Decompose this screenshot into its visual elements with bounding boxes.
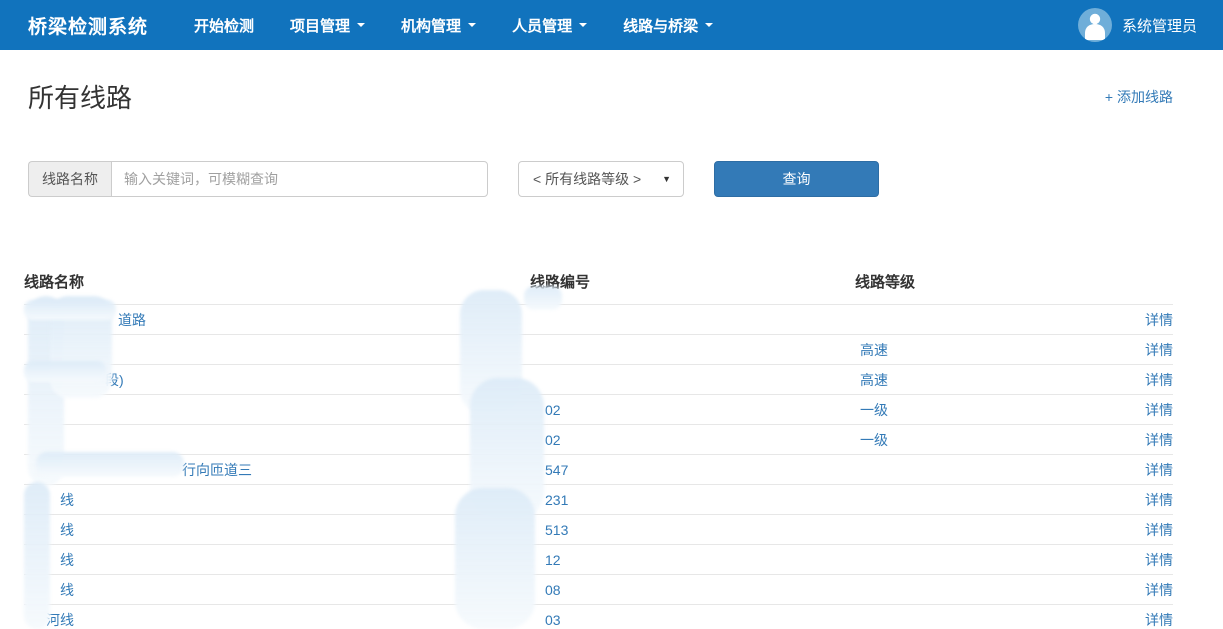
user-name-label: 系统管理员 [1122, 15, 1197, 36]
line-name-link[interactable]: 线 [24, 492, 74, 508]
line-name-label: 线路名称 [28, 161, 111, 197]
line-number-link[interactable] [530, 312, 545, 328]
nav-item-0[interactable]: 开始检测 [176, 0, 272, 50]
caret-down-icon [468, 23, 476, 27]
lines-table: 线路名称 线路编号 线路等级 道路 详情 高速 详情 段) 高速 详情 02 一… [24, 261, 1173, 629]
detail-link[interactable]: 详情 [1145, 432, 1173, 448]
detail-link[interactable]: 详情 [1145, 402, 1173, 418]
search-form: 线路名称 < 所有线路等级 > ▼ 查询 [24, 161, 1173, 197]
line-name-link[interactable]: 线 [24, 552, 74, 568]
line-level-link[interactable] [855, 612, 860, 628]
line-name-link[interactable]: 段) [24, 372, 124, 388]
line-number-link[interactable]: 03 [530, 612, 561, 628]
line-name-link[interactable]: 行向匝道三 [24, 462, 252, 478]
detail-link[interactable]: 详情 [1145, 582, 1173, 598]
line-number-link[interactable]: 02 [530, 402, 561, 418]
detail-link[interactable]: 详情 [1145, 312, 1173, 328]
table-row: 道路 详情 [24, 305, 1173, 335]
line-number-link[interactable]: 513 [530, 522, 568, 538]
table-header-row: 线路名称 线路编号 线路等级 [24, 261, 1173, 305]
line-level-link[interactable] [855, 312, 860, 328]
table-row: 河线 03 详情 [24, 605, 1173, 629]
navbar-user-area[interactable]: 系统管理员 [1078, 8, 1197, 42]
line-level-link[interactable] [855, 522, 860, 538]
table-row: 行向匝道三 547 详情 [24, 455, 1173, 485]
top-navbar: 桥梁检测系统 开始检测 项目管理 机构管理 人员管理 线路与桥梁 系统管理员 [0, 0, 1223, 50]
line-name-link[interactable]: 道路 [24, 312, 146, 328]
table-row: 线 08 详情 [24, 575, 1173, 605]
detail-link[interactable]: 详情 [1145, 342, 1173, 358]
nav-item-3[interactable]: 人员管理 [494, 0, 605, 50]
header-line-number: 线路编号 [530, 261, 855, 305]
line-level-link[interactable]: 高速 [855, 372, 888, 388]
page-title: 所有线路 [24, 78, 132, 115]
page-container: 所有线路 + 添加线路 线路名称 < 所有线路等级 > ▼ 查询 线路名称 线路… [24, 78, 1173, 629]
line-level-link[interactable]: 一级 [855, 402, 888, 418]
line-number-link[interactable] [530, 372, 545, 388]
line-level-link[interactable]: 高速 [855, 342, 888, 358]
line-level-link[interactable] [855, 552, 860, 568]
person-icon [1078, 8, 1112, 42]
user-avatar[interactable] [1078, 8, 1112, 42]
line-level-link[interactable] [855, 462, 860, 478]
line-level-select[interactable]: < 所有线路等级 > ▼ [518, 161, 684, 197]
line-level-select-value: < 所有线路等级 > [533, 169, 641, 189]
line-name-link[interactable]: 河线 [24, 612, 74, 628]
nav-item-1[interactable]: 项目管理 [272, 0, 383, 50]
detail-link[interactable]: 详情 [1145, 462, 1173, 478]
line-number-link[interactable]: 02 [530, 432, 561, 448]
nav-item-4[interactable]: 线路与桥梁 [605, 0, 731, 50]
detail-link[interactable]: 详情 [1145, 492, 1173, 508]
line-number-link[interactable]: 231 [530, 492, 568, 508]
header-action [1085, 261, 1173, 305]
caret-down-icon: ▼ [662, 174, 671, 184]
table-row: 02 一级 详情 [24, 395, 1173, 425]
query-button[interactable]: 查询 [714, 161, 879, 197]
header-line-name: 线路名称 [24, 261, 530, 305]
line-number-link[interactable]: 08 [530, 582, 561, 598]
nav-item-2[interactable]: 机构管理 [383, 0, 494, 50]
table-row: 02 一级 详情 [24, 425, 1173, 455]
line-level-link[interactable]: 一级 [855, 432, 888, 448]
line-name-input-group: 线路名称 [28, 161, 488, 197]
caret-down-icon [357, 23, 365, 27]
main-nav: 开始检测 项目管理 机构管理 人员管理 线路与桥梁 [176, 0, 731, 50]
line-name-input[interactable] [111, 161, 488, 197]
page-header: 所有线路 + 添加线路 [24, 78, 1173, 115]
detail-link[interactable]: 详情 [1145, 522, 1173, 538]
line-number-link[interactable] [530, 342, 545, 358]
detail-link[interactable]: 详情 [1145, 612, 1173, 628]
detail-link[interactable]: 详情 [1145, 372, 1173, 388]
table-row: 高速 详情 [24, 335, 1173, 365]
app-brand[interactable]: 桥梁检测系统 [28, 12, 148, 39]
add-line-link[interactable]: + 添加线路 [1105, 87, 1173, 107]
table-row: 段) 高速 详情 [24, 365, 1173, 395]
caret-down-icon [579, 23, 587, 27]
header-line-level: 线路等级 [855, 261, 1085, 305]
line-level-link[interactable] [855, 492, 860, 508]
line-name-link[interactable]: 线 [24, 582, 74, 598]
caret-down-icon [705, 23, 713, 27]
detail-link[interactable]: 详情 [1145, 552, 1173, 568]
table-row: 线 12 详情 [24, 545, 1173, 575]
line-number-link[interactable]: 547 [530, 462, 568, 478]
table-row: 线 513 详情 [24, 515, 1173, 545]
table-row: 线 231 详情 [24, 485, 1173, 515]
line-number-link[interactable]: 12 [530, 552, 561, 568]
line-name-link[interactable]: 线 [24, 522, 74, 538]
line-level-link[interactable] [855, 582, 860, 598]
